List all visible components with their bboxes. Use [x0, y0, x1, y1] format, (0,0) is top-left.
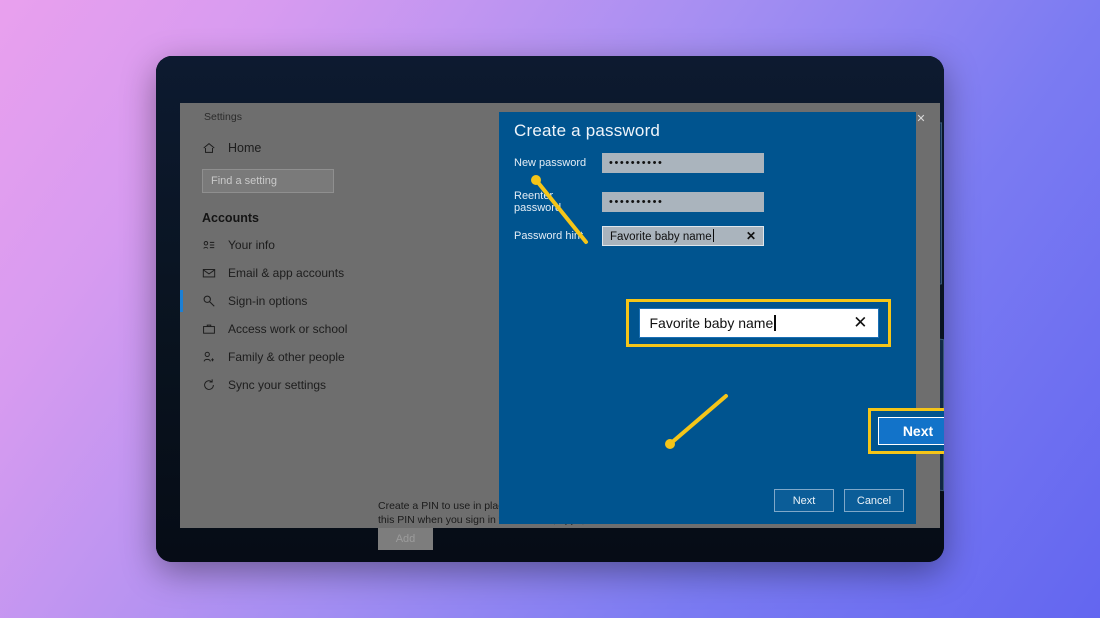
sidebar-item-label: Your info: [228, 238, 275, 252]
password-hint-field-row: Password hint Favorite baby name ✕: [514, 226, 764, 246]
key-icon: [203, 295, 215, 307]
password-hint-input[interactable]: Favorite baby name ✕: [602, 226, 764, 246]
clear-icon[interactable]: ✕: [746, 229, 756, 243]
sidebar-item-home[interactable]: Home: [180, 133, 348, 163]
reenter-password-field-row: Reenter password ••••••••••: [514, 190, 764, 214]
hint-zoom-callout: Favorite baby name ✕: [626, 299, 891, 347]
sidebar-item-sign-in-options[interactable]: Sign-in options: [180, 287, 348, 315]
sidebar-item-label: Email & app accounts: [228, 266, 345, 280]
next-zoom-callout: Next: [868, 408, 944, 454]
hint-zoom-value: Favorite baby name: [649, 315, 774, 331]
sync-icon: [204, 379, 214, 390]
password-hint-value: Favorite baby name: [610, 231, 712, 243]
briefcase-icon: [203, 324, 215, 334]
envelope-icon: [202, 269, 216, 278]
add-pin-button[interactable]: Add: [378, 528, 433, 550]
new-password-value: ••••••••••: [609, 156, 664, 169]
sidebar-group-title: Accounts: [202, 211, 259, 225]
password-hint-label: Password hint: [514, 230, 584, 242]
device-frame: Settings ✕ Home Find a setting Accounts: [156, 56, 944, 562]
clear-icon[interactable]: ✕: [853, 313, 867, 333]
person-add-icon: [203, 351, 214, 362]
reenter-password-value: ••••••••••: [609, 195, 664, 208]
sidebar: Home Find a setting Accounts Your info E…: [180, 133, 348, 528]
sidebar-home-label: Home: [228, 141, 262, 155]
reenter-password-input[interactable]: ••••••••••: [602, 192, 764, 212]
sidebar-item-sync-your-settings[interactable]: Sync your settings: [180, 371, 348, 399]
text-cursor: [712, 229, 714, 242]
hint-zoom-input[interactable]: Favorite baby name ✕: [638, 308, 879, 338]
home-icon: [203, 142, 215, 153]
sidebar-item-label: Sign-in options: [228, 294, 308, 308]
dialog-next-button[interactable]: Next: [774, 489, 834, 512]
sidebar-item-your-info[interactable]: Your info: [180, 231, 348, 259]
app-title: Settings: [204, 111, 242, 123]
search-placeholder: Find a setting: [211, 175, 278, 187]
dialog-cancel-button[interactable]: Cancel: [844, 489, 904, 512]
sidebar-item-label: Family & other people: [228, 350, 345, 364]
sidebar-item-access-work-or-school[interactable]: Access work or school: [180, 315, 348, 343]
contact-card-icon: [203, 241, 215, 249]
search-input[interactable]: Find a setting: [202, 169, 334, 193]
sidebar-item-family-other-people[interactable]: Family & other people: [180, 343, 348, 371]
new-password-field-row: New password ••••••••••: [514, 153, 764, 173]
dialog-title: Create a password: [514, 121, 661, 140]
new-password-label: New password: [514, 157, 587, 169]
sidebar-item-email-app-accounts[interactable]: Email & app accounts: [180, 259, 348, 287]
text-cursor: [774, 315, 776, 331]
new-password-input[interactable]: ••••••••••: [602, 153, 764, 173]
sidebar-item-label: Access work or school: [228, 322, 348, 336]
next-zoom-button[interactable]: Next: [878, 417, 944, 445]
sidebar-item-label: Sync your settings: [228, 378, 327, 392]
reenter-password-label: Reenter password: [514, 190, 562, 214]
